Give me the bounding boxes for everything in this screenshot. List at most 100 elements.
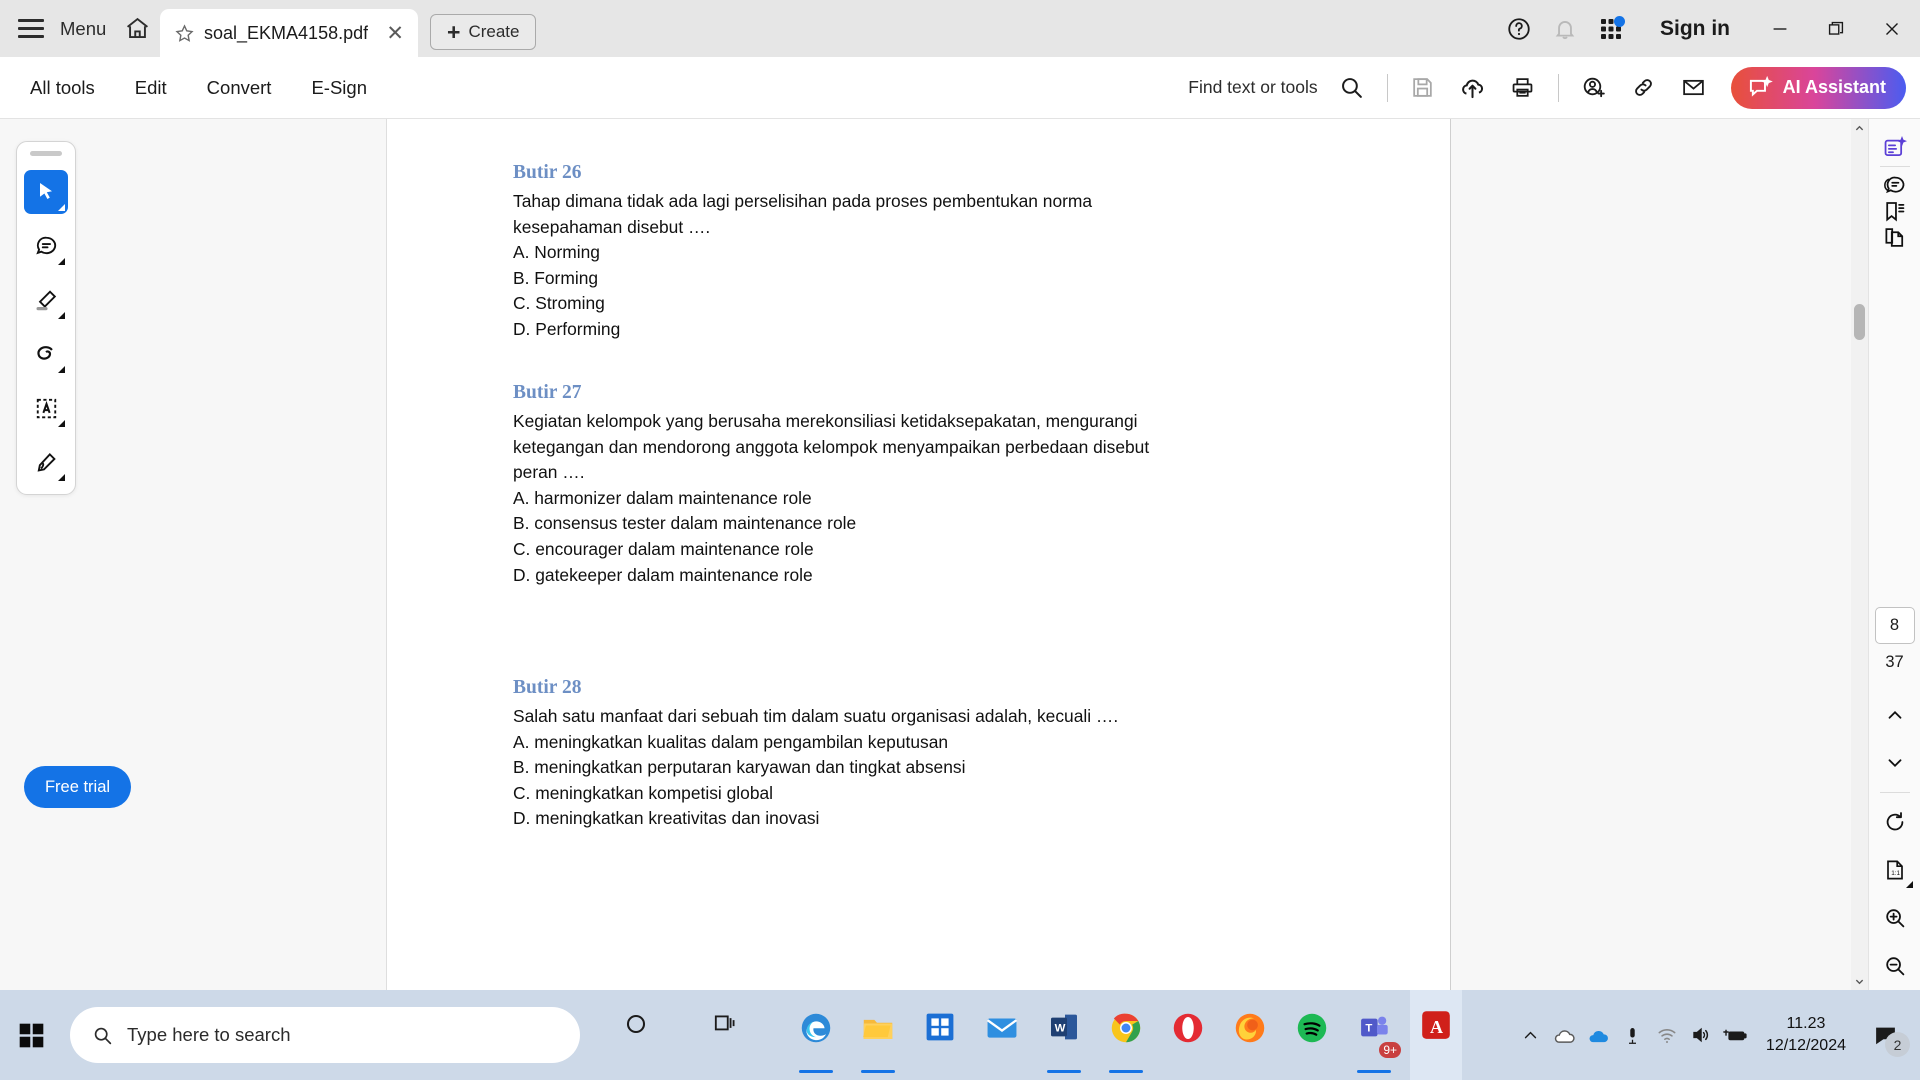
- taskbar-app-firefox[interactable]: [1224, 1005, 1276, 1065]
- pdf-page: Butir 26 Tahap dimana tidak ada lagi per…: [386, 119, 1451, 990]
- link-icon[interactable]: [1619, 65, 1669, 111]
- help-circle-icon[interactable]: [1496, 0, 1542, 57]
- taskbar-app-word[interactable]: W: [1038, 1005, 1090, 1073]
- windows-start-icon[interactable]: [0, 990, 62, 1080]
- question-line: peran ….: [513, 462, 585, 483]
- next-page-button[interactable]: [1873, 739, 1917, 787]
- free-trial-button[interactable]: Free trial: [24, 766, 131, 808]
- scrollbar-thumb[interactable]: [1854, 304, 1865, 340]
- app-grid-icon[interactable]: [1588, 0, 1634, 57]
- scroll-down-arrow-icon[interactable]: [1851, 972, 1868, 990]
- fit-caret-icon[interactable]: [1905, 880, 1913, 888]
- close-button[interactable]: [1864, 0, 1920, 57]
- tab-close-icon[interactable]: ✕: [382, 23, 408, 44]
- taskbar-app-chrome[interactable]: [1100, 1005, 1152, 1073]
- organize-pages-icon[interactable]: [1873, 225, 1917, 251]
- comment-tool-icon[interactable]: [24, 224, 68, 268]
- wifi-icon[interactable]: [1650, 1013, 1684, 1057]
- taskbar-app-acrobat[interactable]: A: [1410, 990, 1462, 1080]
- sign-in-button[interactable]: Sign in: [1634, 17, 1752, 41]
- previous-page-button[interactable]: [1873, 691, 1917, 739]
- search-icon[interactable]: [1327, 65, 1377, 111]
- menu-label[interactable]: Menu: [60, 18, 106, 40]
- notification-center-button[interactable]: 2: [1860, 1011, 1910, 1059]
- taskbar-app-opera[interactable]: [1162, 1005, 1214, 1065]
- title-bar: Menu soal_EKMA4158.pdf ✕ + Create Sign i…: [0, 0, 1920, 57]
- text-select-tool-icon[interactable]: [24, 386, 68, 430]
- print-icon[interactable]: [1498, 65, 1548, 111]
- taskbar-app-microsoft-store[interactable]: [914, 1005, 966, 1065]
- document-viewport[interactable]: Butir 26 Tahap dimana tidak ada lagi per…: [386, 119, 1486, 990]
- vertical-scrollbar[interactable]: [1851, 119, 1868, 990]
- taskbar-app-mail[interactable]: [976, 1005, 1028, 1065]
- palette-drag-handle[interactable]: [30, 151, 62, 156]
- taskbar-app-file-explorer[interactable]: [852, 1005, 904, 1073]
- add-person-icon[interactable]: [1569, 65, 1619, 111]
- current-page-input[interactable]: 8: [1874, 606, 1915, 644]
- tool-caret-icon[interactable]: [58, 420, 65, 427]
- onedrive-gray-icon[interactable]: [1548, 1013, 1582, 1057]
- title-bar-right: Sign in: [1496, 0, 1920, 57]
- windows-taskbar: Type here to search W T 9+ A 11.23 12/12…: [0, 990, 1920, 1080]
- bookmark-icon[interactable]: [1873, 198, 1917, 224]
- ai-summary-icon[interactable]: [1873, 135, 1917, 161]
- draw-tool-icon[interactable]: [24, 332, 68, 376]
- select-tool-icon[interactable]: [24, 170, 68, 214]
- bell-icon[interactable]: [1542, 0, 1588, 57]
- mail-icon[interactable]: [1669, 65, 1719, 111]
- fit-page-icon[interactable]: 1:1: [1873, 846, 1917, 894]
- tab-convert[interactable]: Convert: [187, 77, 292, 99]
- highlight-tool-icon[interactable]: [24, 278, 68, 322]
- comment-panel-icon[interactable]: [1873, 172, 1917, 198]
- create-button[interactable]: + Create: [430, 14, 537, 50]
- show-hidden-icons-icon[interactable]: [1514, 1013, 1548, 1057]
- cloud-upload-icon[interactable]: [1448, 65, 1498, 111]
- taskbar-app-edge[interactable]: [790, 1005, 842, 1073]
- total-pages-label: 37: [1885, 652, 1904, 671]
- tool-caret-icon[interactable]: [58, 258, 65, 265]
- search-placeholder: Type here to search: [127, 1024, 291, 1045]
- star-icon[interactable]: [174, 23, 195, 44]
- svg-text:1:1: 1:1: [1891, 870, 1900, 877]
- zoom-out-icon[interactable]: [1873, 942, 1917, 990]
- title-bar-left: Menu: [0, 0, 152, 57]
- tool-caret-icon[interactable]: [58, 312, 65, 319]
- question-line: kesepahaman disebut ….: [513, 216, 711, 237]
- answer-option: D. gatekeeper dalam maintenance role: [513, 564, 813, 585]
- volume-icon[interactable]: [1684, 1013, 1718, 1057]
- taskbar-app-spotify[interactable]: [1286, 1005, 1338, 1065]
- onedrive-blue-icon[interactable]: [1582, 1013, 1616, 1057]
- tab-edit[interactable]: Edit: [115, 77, 187, 99]
- notification-dot: [1614, 16, 1625, 27]
- taskbar-app-teams[interactable]: T 9+: [1348, 1005, 1401, 1073]
- tool-caret-icon[interactable]: [58, 366, 65, 373]
- toolbar-divider-1: [1386, 73, 1388, 102]
- save-icon[interactable]: [1398, 65, 1448, 111]
- tool-bar: All tools Edit Convert E-Sign Find text …: [0, 57, 1920, 119]
- find-label[interactable]: Find text or tools: [1188, 77, 1317, 98]
- tab-all-tools[interactable]: All tools: [10, 77, 115, 99]
- microphone-icon[interactable]: [1616, 1013, 1650, 1057]
- zoom-in-icon[interactable]: [1873, 894, 1917, 942]
- document-tab[interactable]: soal_EKMA4158.pdf ✕: [160, 9, 418, 57]
- acrobat-window: Menu soal_EKMA4158.pdf ✕ + Create Sign i…: [0, 0, 1920, 1080]
- tab-esign[interactable]: E-Sign: [291, 77, 387, 99]
- toolbar-divider-2: [1557, 73, 1559, 102]
- hamburger-menu-icon[interactable]: [18, 19, 44, 38]
- tool-caret-icon[interactable]: [58, 474, 65, 481]
- tool-caret-icon[interactable]: [58, 204, 65, 211]
- minimize-button[interactable]: [1752, 0, 1808, 57]
- cortana-circle-icon[interactable]: [610, 1005, 662, 1065]
- scroll-up-arrow-icon[interactable]: [1851, 119, 1868, 137]
- restore-button[interactable]: [1808, 0, 1864, 57]
- ai-assistant-button[interactable]: AI Assistant: [1730, 66, 1906, 109]
- home-icon[interactable]: [122, 14, 152, 44]
- search-icon: [94, 1027, 112, 1044]
- taskbar-clock[interactable]: 11.23 12/12/2024: [1752, 1013, 1860, 1057]
- signature-tool-icon[interactable]: [24, 440, 68, 484]
- search-input[interactable]: Type here to search: [70, 1007, 580, 1063]
- question-line: Kegiatan kelompok yang berusaha merekons…: [513, 411, 1138, 431]
- battery-charging-icon[interactable]: [1718, 1013, 1752, 1057]
- task-view-icon[interactable]: [700, 1005, 752, 1065]
- rotate-icon[interactable]: [1873, 798, 1917, 846]
